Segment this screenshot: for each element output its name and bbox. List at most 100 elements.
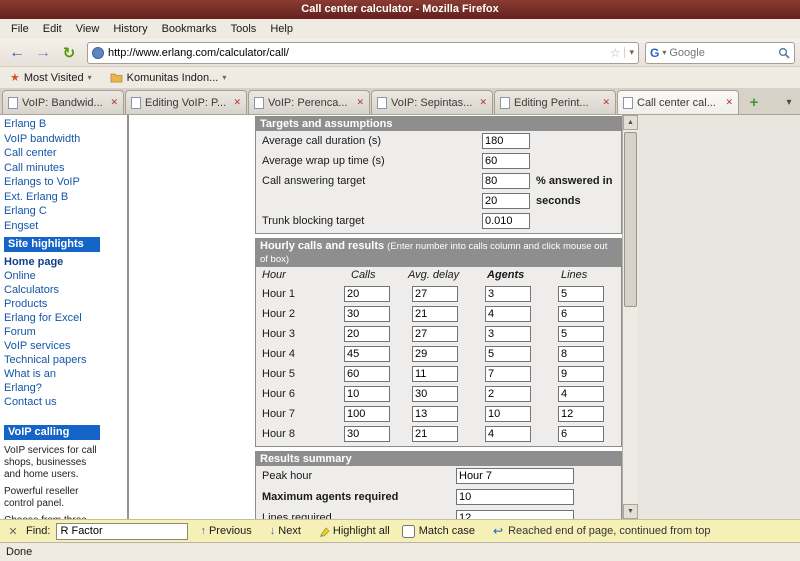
max-agents-required-input[interactable] [456,489,574,505]
reload-button[interactable]: ↻ [57,41,81,65]
page-scrollbar[interactable]: ▲ ▼ [622,115,638,519]
lines-required-input[interactable] [456,510,574,519]
calls-input[interactable] [344,306,390,322]
calls-input[interactable] [344,346,390,362]
sidebar-item-contact-us[interactable]: Contact us [4,395,92,409]
avg-delay-input[interactable] [412,286,458,302]
lines-input[interactable] [558,406,604,422]
calls-input[interactable] [344,406,390,422]
avg-delay-input[interactable] [412,346,458,362]
avg-wrap-up-time-input[interactable] [482,153,530,169]
menu-view[interactable]: View [69,21,107,37]
calls-input[interactable] [344,366,390,382]
back-button[interactable]: ← [5,41,29,65]
list-all-tabs-icon[interactable]: ▾ [780,92,798,112]
tab-close-icon[interactable]: ✕ [356,97,364,108]
agents-input[interactable] [485,426,531,442]
bookmark-most-visited[interactable]: ★ Most Visited ▾ [6,69,96,86]
highlight-all-button[interactable]: Highlight all [313,524,396,538]
tab-close-icon[interactable]: ✕ [233,97,241,108]
menu-bookmarks[interactable]: Bookmarks [155,21,224,37]
forward-button[interactable]: → [31,41,55,65]
scroll-down-icon[interactable]: ▼ [623,504,638,519]
find-input[interactable] [56,522,189,540]
agents-input[interactable] [485,306,531,322]
menu-help[interactable]: Help [263,21,300,37]
sidebar-item-calculators[interactable]: Calculators [4,283,92,297]
agents-input[interactable] [485,406,531,422]
lines-input[interactable] [558,386,604,402]
sidebar-item-erlang-b[interactable]: Erlang B [4,117,96,132]
agents-input[interactable] [485,286,531,302]
sidebar-item-what-is-an-erlang[interactable]: What is an Erlang? [4,367,92,395]
sidebar-item-technical-papers[interactable]: Technical papers [4,353,92,367]
lines-input[interactable] [558,426,604,442]
sidebar-item-home-page[interactable]: Home page [4,255,92,269]
menu-edit[interactable]: Edit [36,21,69,37]
url-bar[interactable]: ☆ ▾ [87,41,639,64]
avg-delay-input[interactable] [412,326,458,342]
sidebar-item-products[interactable]: Products [4,297,92,311]
tab-close-icon[interactable]: ✕ [479,97,487,108]
lines-input[interactable] [558,306,604,322]
sidebar-item-voip-services[interactable]: VoIP services [4,339,92,353]
avg-delay-input[interactable] [412,426,458,442]
tab-close-icon[interactable]: ✕ [110,97,118,108]
answer-seconds-input[interactable] [482,193,530,209]
search-input[interactable] [669,46,775,59]
sidebar-item-erlang-c[interactable]: Erlang C [4,204,96,219]
scrollbar-track[interactable] [623,130,638,504]
calls-input[interactable] [344,386,390,402]
tab-voip-perenca[interactable]: VoIP: Perenca... ✕ [248,90,370,114]
sidebar-item-voip-bandwidth[interactable]: VoIP bandwidth [4,132,96,147]
agents-input[interactable] [485,366,531,382]
calls-input[interactable] [344,326,390,342]
match-case-option[interactable]: Match case [401,524,475,538]
sidebar-item-call-minutes[interactable]: Call minutes [4,161,96,176]
match-case-checkbox[interactable] [401,524,415,538]
calls-input[interactable] [344,286,390,302]
trunk-blocking-target-input[interactable] [482,213,530,229]
url-dropdown-icon[interactable]: ▾ [624,47,634,58]
call-answering-target-input[interactable] [482,173,530,189]
tab-close-icon[interactable]: ✕ [602,97,610,108]
find-next-button[interactable]: ↓ Next [264,524,307,538]
avg-delay-input[interactable] [412,306,458,322]
tab-editing-perint[interactable]: Editing Perint... ✕ [494,90,616,114]
bookmark-komunitas-folder[interactable]: Komunitas Indon... ▾ [106,70,231,86]
peak-hour-input[interactable] [456,468,574,484]
tab-editing-voip[interactable]: Editing VoIP: P... ✕ [125,90,247,114]
avg-delay-input[interactable] [412,366,458,382]
close-icon[interactable]: ✕ [6,525,20,538]
sidebar-item-engset[interactable]: Engset [4,219,96,234]
avg-delay-input[interactable] [412,386,458,402]
search-box[interactable]: G ▾ [645,41,795,64]
bookmark-star-icon[interactable]: ☆ [610,46,621,60]
avg-delay-input[interactable] [412,406,458,422]
agents-input[interactable] [485,346,531,362]
agents-input[interactable] [485,386,531,402]
avg-call-duration-input[interactable] [482,133,530,149]
lines-input[interactable] [558,286,604,302]
find-previous-button[interactable]: ↑ Previous [194,524,257,538]
sidebar-item-call-center[interactable]: Call center [4,146,96,161]
tab-voip-bandwidth[interactable]: VoIP: Bandwid... ✕ [2,90,124,114]
scroll-up-icon[interactable]: ▲ [623,115,638,130]
menu-file[interactable]: File [4,21,36,37]
search-magnifier-icon[interactable] [778,47,790,59]
url-input[interactable] [108,46,606,59]
sidebar-item-forum[interactable]: Forum [4,325,92,339]
agents-input[interactable] [485,326,531,342]
search-engine-dropdown-icon[interactable]: ▾ [662,48,666,57]
scrollbar-thumb[interactable] [624,132,637,307]
lines-input[interactable] [558,366,604,382]
sidebar-item-erlang-for-excel[interactable]: Erlang for Excel [4,311,92,325]
sidebar-item-online[interactable]: Online [4,269,92,283]
menu-history[interactable]: History [106,21,154,37]
tab-close-icon[interactable]: ✕ [725,97,733,108]
calls-input[interactable] [344,426,390,442]
tab-call-center-active[interactable]: Call center cal... ✕ [617,90,739,114]
lines-input[interactable] [558,346,604,362]
menu-tools[interactable]: Tools [224,21,264,37]
sidebar-item-ext-erlang-b[interactable]: Ext. Erlang B [4,190,96,205]
